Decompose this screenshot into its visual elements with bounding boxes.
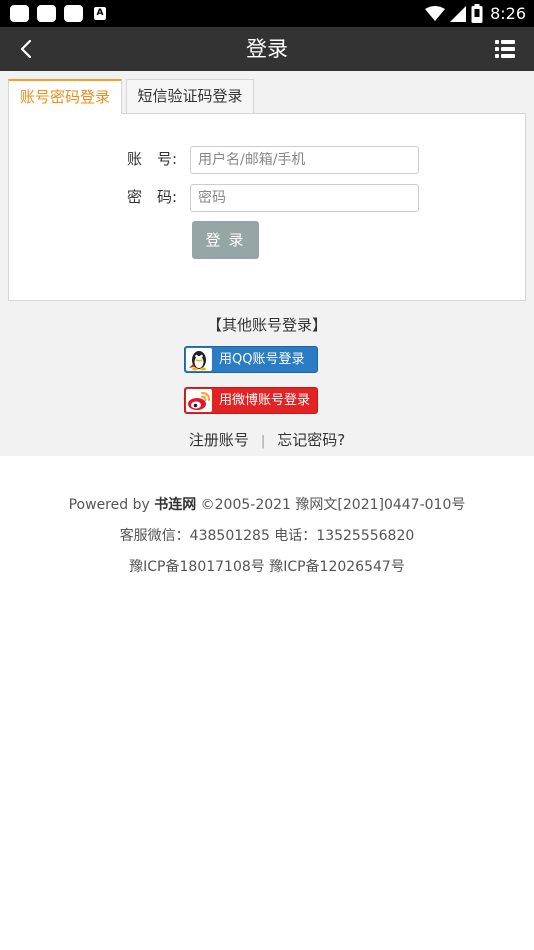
powered-prefix: Powered by <box>68 497 155 513</box>
qq-login-label: 用QQ账号登录 <box>219 352 305 367</box>
password-input[interactable] <box>190 184 419 212</box>
qq-penguin-icon <box>189 351 206 371</box>
battery-icon <box>471 4 483 23</box>
account-input[interactable] <box>190 146 419 174</box>
password-label: 密 码: <box>126 188 177 206</box>
login-form: 账 号: 密 码: 登录 <box>8 113 526 301</box>
account-label: 账 号: <box>126 150 177 168</box>
weibo-login-button[interactable]: 用微博账号登录 <box>184 387 318 414</box>
nav-bar: 登录 <box>0 27 534 71</box>
brand-name: 书连网 <box>154 497 197 513</box>
a-notification-icon: A <box>94 7 106 20</box>
forgot-password-link[interactable]: 忘记密码? <box>277 431 345 449</box>
app-square-icon <box>64 5 83 22</box>
tab-account-password[interactable]: 账号密码登录 <box>8 79 122 114</box>
account-links: 注册账号 | 忘记密码? <box>0 429 534 450</box>
clock-time: 8:26 <box>490 4 526 23</box>
cellular-signal-icon <box>450 5 467 22</box>
contact-line: 客服微信：438501285 电话：13525556820 <box>119 528 415 544</box>
footer: Powered by 书连网 ©2005-2021 豫网文[2021]0447-… <box>0 490 534 583</box>
page-title: 登录 <box>246 37 288 61</box>
icp-line: 豫ICP备18017108号 豫ICP备12026547号 <box>129 559 405 575</box>
register-link[interactable]: 注册账号 <box>189 431 249 449</box>
status-bar: A 8:26 <box>0 0 534 27</box>
qq-login-button[interactable]: 用QQ账号登录 <box>184 346 318 373</box>
tab-sms-code[interactable]: 短信验证码登录 <box>126 79 254 113</box>
list-menu-icon[interactable] <box>494 38 516 60</box>
link-separator: | <box>260 434 266 449</box>
other-login-title: 【其他账号登录】 <box>206 316 327 334</box>
login-button[interactable]: 登录 <box>192 221 259 259</box>
app-square-icon <box>37 5 56 22</box>
weibo-login-label: 用微博账号登录 <box>219 393 311 408</box>
powered-suffix: ©2005-2021 豫网文[2021]0447-010号 <box>196 497 466 513</box>
powered-by-line: Powered by 书连网 ©2005-2021 豫网文[2021]0447-… <box>0 490 534 521</box>
wifi-icon <box>425 5 446 21</box>
weibo-icon <box>188 392 210 410</box>
login-area: 账号密码登录 短信验证码登录 账 号: 密 码: 登录 【其他账号登录】 用QQ… <box>0 71 534 456</box>
app-square-icon <box>10 5 29 22</box>
